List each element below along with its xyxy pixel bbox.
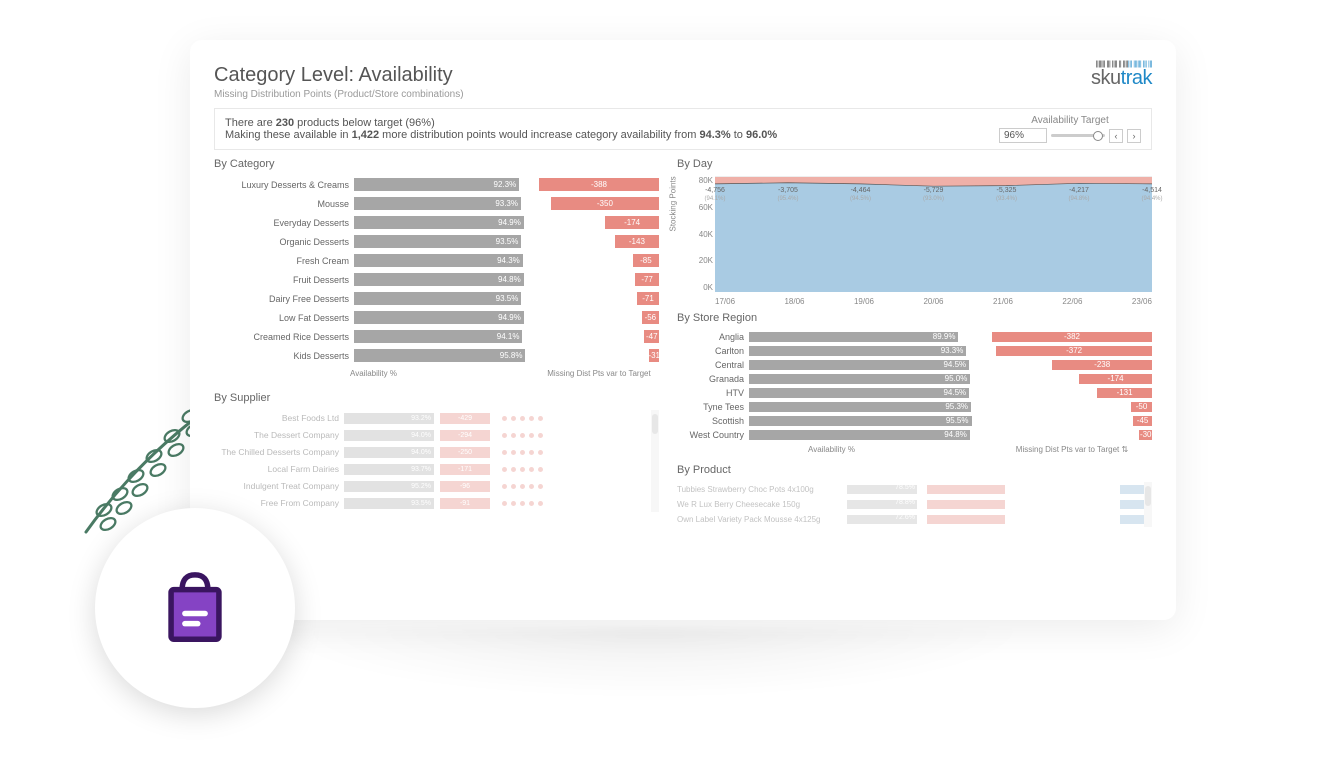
category-row-label: Mousse xyxy=(214,199,354,209)
category-availability-bar[interactable]: 93.3% xyxy=(354,197,533,210)
axis-label: Missing Dist Pts var to Target xyxy=(539,369,659,378)
region-missing-bar[interactable]: -382 xyxy=(992,332,1152,342)
supplier-row[interactable]: Local Farm Dairies93.7%-171 xyxy=(214,461,651,477)
byday-point-label: -4,464(94.5%) xyxy=(850,187,871,202)
supplier-row[interactable]: The Chilled Desserts Company94.0%-250 xyxy=(214,444,651,460)
category-missing-bar[interactable]: -85 xyxy=(539,254,659,267)
region-row-label: Carlton xyxy=(677,346,749,356)
shopping-bag-icon xyxy=(95,508,295,708)
region-row-label: Central xyxy=(677,360,749,370)
region-row-label: Scottish xyxy=(677,416,749,426)
category-missing-bar[interactable]: -56 xyxy=(539,311,659,324)
category-availability-bar[interactable]: 95.8% xyxy=(354,349,533,362)
brand-logo: ||||||| ||| |||| || ||||||| |||||| ||| |… xyxy=(1091,64,1152,90)
category-row-label: Everyday Desserts xyxy=(214,218,354,228)
category-availability-bar[interactable]: 94.3% xyxy=(354,254,533,267)
category-missing-bar[interactable]: -350 xyxy=(539,197,659,210)
region-availability-bar[interactable]: 95.5% xyxy=(749,416,982,426)
section-supplier-title: By Supplier xyxy=(214,392,659,404)
category-availability-bar[interactable]: 93.5% xyxy=(354,235,533,248)
dashboard-frame: Category Level: Availability Missing Dis… xyxy=(190,40,1176,620)
category-missing-bar[interactable]: -77 xyxy=(539,273,659,286)
category-availability-bar[interactable]: 94.9% xyxy=(354,216,533,229)
target-slider[interactable] xyxy=(1051,134,1105,137)
byday-point-label: -5,325(93.4%) xyxy=(996,187,1017,202)
supplier-row[interactable]: Free From Company93.5%-91 xyxy=(214,495,651,511)
category-row-label: Kids Desserts xyxy=(214,351,354,361)
region-missing-bar[interactable]: -131 xyxy=(992,388,1152,398)
category-row-label: Fresh Cream xyxy=(214,256,354,266)
category-row-label: Organic Desserts xyxy=(214,237,354,247)
category-missing-bar[interactable]: -174 xyxy=(539,216,659,229)
axis-label: Missing Dist Pts var to Target ⇅ xyxy=(992,445,1152,454)
byday-chart[interactable]: Stocking Points 80K60K40K20K0K -4,756(94… xyxy=(677,176,1152,306)
category-row-label: Luxury Desserts & Creams xyxy=(214,180,354,190)
region-row-label: Anglia xyxy=(677,332,749,342)
region-availability-bar[interactable]: 93.3% xyxy=(749,346,982,356)
supplier-row[interactable]: Indulgent Treat Company95.2%-96 xyxy=(214,478,651,494)
target-next-button[interactable]: › xyxy=(1127,129,1141,143)
category-missing-bar[interactable]: -143 xyxy=(539,235,659,248)
category-availability-bar[interactable]: 92.3% xyxy=(354,178,533,191)
product-row[interactable]: Tubbies Strawberry Choc Pots 4x100g78.5% xyxy=(677,482,1144,496)
scrollbar[interactable] xyxy=(651,410,659,512)
region-row-label: Granada xyxy=(677,374,749,384)
scrollbar[interactable] xyxy=(1144,482,1152,527)
section-category-title: By Category xyxy=(214,158,659,170)
region-row-label: HTV xyxy=(677,388,749,398)
product-row[interactable]: Own Label Variety Pack Mousse 4x125g72.6… xyxy=(677,512,1144,526)
category-missing-bar[interactable]: -47 xyxy=(539,330,659,343)
region-availability-bar[interactable]: 89.9% xyxy=(749,332,982,342)
region-availability-bar[interactable]: 95.0% xyxy=(749,374,982,384)
category-missing-bar[interactable]: -71 xyxy=(539,292,659,305)
category-availability-bar[interactable]: 94.1% xyxy=(354,330,533,343)
category-availability-bar[interactable]: 94.8% xyxy=(354,273,533,286)
byday-point-label: -4,756(94.1%) xyxy=(704,187,725,202)
region-availability-bar[interactable]: 94.5% xyxy=(749,360,982,370)
region-row-label: West Country xyxy=(677,430,749,440)
section-byday-title: By Day xyxy=(677,158,1152,170)
region-missing-bar[interactable]: -30 xyxy=(992,430,1152,440)
supplier-row[interactable]: Best Foods Ltd93.2%-429 xyxy=(214,410,651,426)
page-title: Category Level: Availability xyxy=(214,64,464,87)
region-missing-bar[interactable]: -50 xyxy=(992,402,1152,412)
region-missing-bar[interactable]: -174 xyxy=(992,374,1152,384)
region-missing-bar[interactable]: -238 xyxy=(992,360,1152,370)
region-availability-bar[interactable]: 95.3% xyxy=(749,402,982,412)
category-missing-bar[interactable]: -31 xyxy=(539,349,659,362)
category-row-label: Dairy Free Desserts xyxy=(214,294,354,304)
summary-bar: There are 230 products below target (96%… xyxy=(214,108,1152,150)
byday-point-label: -5,729(93.0%) xyxy=(923,187,944,202)
region-missing-bar[interactable]: -372 xyxy=(992,346,1152,356)
axis-label: Availability % xyxy=(214,369,533,378)
category-availability-bar[interactable]: 93.5% xyxy=(354,292,533,305)
category-row-label: Creamed Rice Desserts xyxy=(214,332,354,342)
section-product-title: By Product xyxy=(677,464,1152,476)
region-missing-bar[interactable]: -45 xyxy=(992,416,1152,426)
target-prev-button[interactable]: ‹ xyxy=(1109,129,1123,143)
product-row[interactable]: We R Lux Berry Cheesecake 150g78.8% xyxy=(677,497,1144,511)
byday-point-label: -4,514(94.4%) xyxy=(1141,187,1162,202)
category-availability-bar[interactable]: 94.9% xyxy=(354,311,533,324)
target-label: Availability Target xyxy=(999,115,1141,126)
byday-point-label: -4,217(94.8%) xyxy=(1069,187,1090,202)
region-availability-bar[interactable]: 94.5% xyxy=(749,388,982,398)
axis-label: Availability % xyxy=(677,445,986,454)
category-row-label: Fruit Desserts xyxy=(214,275,354,285)
region-availability-bar[interactable]: 94.8% xyxy=(749,430,982,440)
category-missing-bar[interactable]: -388 xyxy=(539,178,659,191)
category-row-label: Low Fat Desserts xyxy=(214,313,354,323)
byday-point-label: -3,705(95.4%) xyxy=(777,187,798,202)
section-region-title: By Store Region xyxy=(677,312,1152,324)
supplier-row[interactable]: The Dessert Company94.0%-294 xyxy=(214,427,651,443)
region-row-label: Tyne Tees xyxy=(677,402,749,412)
drop-shadow xyxy=(270,628,1030,698)
target-input[interactable]: 96% xyxy=(999,128,1047,143)
page-subtitle: Missing Distribution Points (Product/Sto… xyxy=(214,89,464,100)
